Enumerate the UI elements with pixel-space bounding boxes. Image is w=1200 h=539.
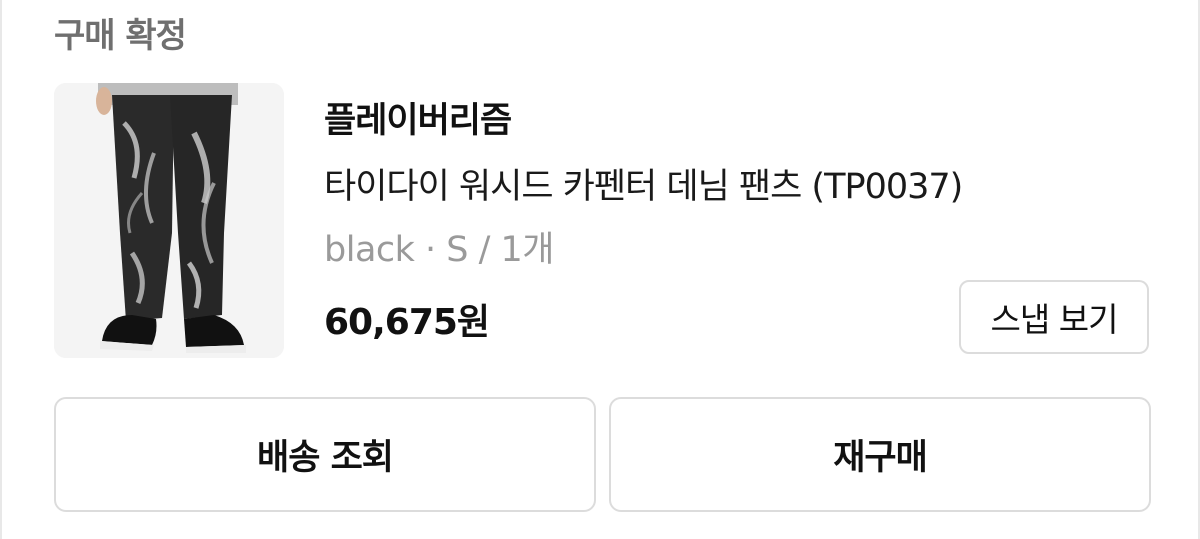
order-card: 구매 확정 플레이버리즘 타이다이 워시드 카펜터 데님 팬츠 (TP0037)… — [0, 0, 1200, 539]
order-status: 구매 확정 — [54, 16, 187, 56]
track-delivery-button[interactable]: 배송 조회 — [54, 397, 596, 512]
product-thumbnail[interactable] — [54, 83, 284, 358]
view-snap-button[interactable]: 스냅 보기 — [959, 280, 1149, 354]
product-option: black · S / 1개 — [324, 230, 555, 270]
product-price: 60,675원 — [324, 302, 490, 343]
product-name[interactable]: 타이다이 워시드 카펜터 데님 팬츠 (TP0037) — [324, 158, 963, 209]
product-image — [54, 83, 284, 358]
brand-name[interactable]: 플레이버리즘 — [324, 92, 512, 143]
rebuy-button[interactable]: 재구매 — [609, 397, 1151, 512]
